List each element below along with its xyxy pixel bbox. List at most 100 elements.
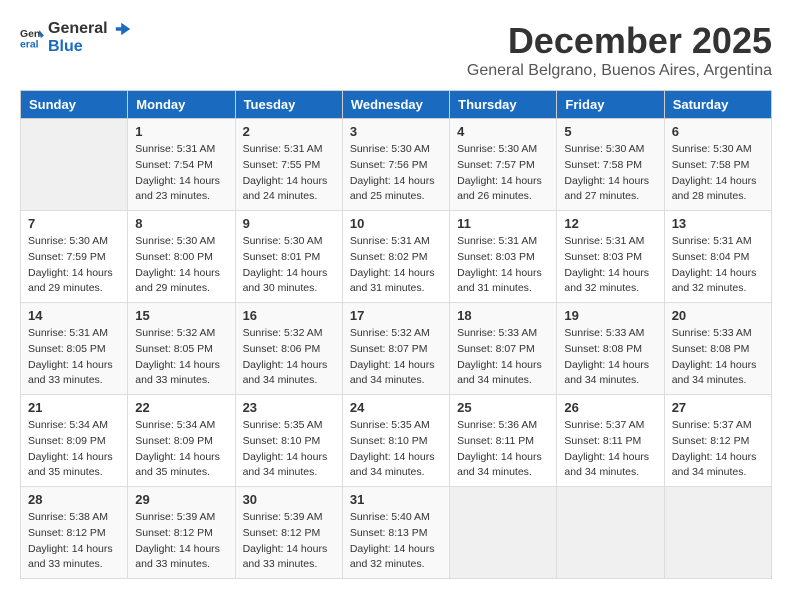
calendar-cell: 28Sunrise: 5:38 AM Sunset: 8:12 PM Dayli… (21, 487, 128, 579)
day-info: Sunrise: 5:31 AM Sunset: 7:54 PM Dayligh… (135, 142, 227, 205)
day-info: Sunrise: 5:30 AM Sunset: 7:56 PM Dayligh… (350, 142, 442, 205)
calendar-cell: 26Sunrise: 5:37 AM Sunset: 8:11 PM Dayli… (557, 395, 664, 487)
calendar-cell: 29 Sunrise: 5:39 AM Sunset: 8:12 PM Dayli… (128, 487, 235, 579)
day-number: 27 (672, 400, 764, 415)
calendar-cell: 16 Sunrise: 5:32 AM Sunset: 8:06 PM Dayli… (235, 303, 342, 395)
header-cell-wednesday: Wednesday (342, 91, 449, 119)
week-row-1: 1 Sunrise: 5:31 AM Sunset: 7:54 PM Daylig… (21, 119, 772, 211)
day-number: 16 (243, 308, 335, 323)
calendar-cell: 9 Sunrise: 5:30 AM Sunset: 8:01 PM Daylig… (235, 211, 342, 303)
calendar-cell (21, 119, 128, 211)
day-number: 11 (457, 216, 549, 231)
day-number: 6 (672, 124, 764, 139)
calendar-cell (450, 487, 557, 579)
calendar-cell: 5 Sunrise: 5:30 AM Sunset: 7:58 PM Daylig… (557, 119, 664, 211)
day-info: Sunrise: 5:35 AM Sunset: 8:10 PM Dayligh… (243, 418, 335, 481)
day-number: 21 (28, 400, 120, 415)
calendar-cell: 23Sunrise: 5:35 AM Sunset: 8:10 PM Dayli… (235, 395, 342, 487)
day-number: 24 (350, 400, 442, 415)
day-info: Sunrise: 5:34 AM Sunset: 8:09 PM Dayligh… (135, 418, 227, 481)
week-row-5: 28Sunrise: 5:38 AM Sunset: 8:12 PM Dayli… (21, 487, 772, 579)
day-number: 15 (135, 308, 227, 323)
calendar-cell: 12 Sunrise: 5:31 AM Sunset: 8:03 PM Dayli… (557, 211, 664, 303)
day-info: Sunrise: 5:30 AM Sunset: 7:59 PM Dayligh… (28, 234, 120, 297)
day-info: Sunrise: 5:31 AM Sunset: 8:02 PM Dayligh… (350, 234, 442, 297)
day-number: 1 (135, 124, 227, 139)
day-info: Sunrise: 5:30 AM Sunset: 8:01 PM Dayligh… (243, 234, 335, 297)
title-section: December 2025 General Belgrano, Buenos A… (467, 20, 772, 80)
day-info: Sunrise: 5:33 AM Sunset: 8:07 PM Dayligh… (457, 326, 549, 389)
day-info: Sunrise: 5:32 AM Sunset: 8:05 PM Dayligh… (135, 326, 227, 389)
logo-text-general: General (48, 20, 108, 37)
calendar-cell (557, 487, 664, 579)
calendar-cell: 2 Sunrise: 5:31 AM Sunset: 7:55 PM Daylig… (235, 119, 342, 211)
day-info: Sunrise: 5:38 AM Sunset: 8:12 PM Dayligh… (28, 510, 120, 573)
day-number: 26 (564, 400, 656, 415)
logo-arrow-icon (114, 20, 132, 38)
header-cell-sunday: Sunday (21, 91, 128, 119)
day-number: 19 (564, 308, 656, 323)
calendar-cell: 8 Sunrise: 5:30 AM Sunset: 8:00 PM Daylig… (128, 211, 235, 303)
day-info: Sunrise: 5:32 AM Sunset: 8:07 PM Dayligh… (350, 326, 442, 389)
day-number: 2 (243, 124, 335, 139)
day-number: 31 (350, 492, 442, 507)
page-container: Gen eral General Blue December 2025 Gene (20, 20, 772, 579)
header-cell-thursday: Thursday (450, 91, 557, 119)
day-number: 5 (564, 124, 656, 139)
day-info: Sunrise: 5:32 AM Sunset: 8:06 PM Dayligh… (243, 326, 335, 389)
day-info: Sunrise: 5:35 AM Sunset: 8:10 PM Dayligh… (350, 418, 442, 481)
main-title: December 2025 (467, 20, 772, 62)
header-cell-friday: Friday (557, 91, 664, 119)
day-number: 17 (350, 308, 442, 323)
calendar-cell: 18 Sunrise: 5:33 AM Sunset: 8:07 PM Dayli… (450, 303, 557, 395)
calendar-cell: 7 Sunrise: 5:30 AM Sunset: 7:59 PM Daylig… (21, 211, 128, 303)
day-info: Sunrise: 5:33 AM Sunset: 8:08 PM Dayligh… (564, 326, 656, 389)
calendar-cell: 31Sunrise: 5:40 AM Sunset: 8:13 PM Dayli… (342, 487, 449, 579)
day-number: 7 (28, 216, 120, 231)
header-cell-tuesday: Tuesday (235, 91, 342, 119)
svg-text:Gen: Gen (20, 29, 40, 40)
day-number: 14 (28, 308, 120, 323)
calendar-cell: 6Sunrise: 5:30 AM Sunset: 7:58 PM Daylig… (664, 119, 771, 211)
header: Gen eral General Blue December 2025 Gene (20, 20, 772, 80)
calendar-cell: 27Sunrise: 5:37 AM Sunset: 8:12 PM Dayli… (664, 395, 771, 487)
day-info: Sunrise: 5:36 AM Sunset: 8:11 PM Dayligh… (457, 418, 549, 481)
day-info: Sunrise: 5:30 AM Sunset: 8:00 PM Dayligh… (135, 234, 227, 297)
day-info: Sunrise: 5:34 AM Sunset: 8:09 PM Dayligh… (28, 418, 120, 481)
day-number: 22 (135, 400, 227, 415)
day-number: 8 (135, 216, 227, 231)
week-row-2: 7 Sunrise: 5:30 AM Sunset: 7:59 PM Daylig… (21, 211, 772, 303)
logo: Gen eral General Blue (20, 20, 132, 56)
calendar-cell: 20 Sunrise: 5:33 AM Sunset: 8:08 PM Dayli… (664, 303, 771, 395)
header-cell-monday: Monday (128, 91, 235, 119)
day-number: 18 (457, 308, 549, 323)
subtitle: General Belgrano, Buenos Aires, Argentin… (467, 62, 772, 80)
day-number: 9 (243, 216, 335, 231)
day-info: Sunrise: 5:39 AM Sunset: 8:12 PM Dayligh… (135, 510, 227, 573)
calendar-cell: 1 Sunrise: 5:31 AM Sunset: 7:54 PM Daylig… (128, 119, 235, 211)
day-info: Sunrise: 5:31 AM Sunset: 8:03 PM Dayligh… (564, 234, 656, 297)
calendar-cell: 19 Sunrise: 5:33 AM Sunset: 8:08 PM Dayli… (557, 303, 664, 395)
calendar-cell: 10Sunrise: 5:31 AM Sunset: 8:02 PM Dayli… (342, 211, 449, 303)
calendar-cell: 13Sunrise: 5:31 AM Sunset: 8:04 PM Dayli… (664, 211, 771, 303)
week-row-4: 21 Sunrise: 5:34 AM Sunset: 8:09 PM Dayli… (21, 395, 772, 487)
day-number: 20 (672, 308, 764, 323)
calendar-cell: 22 Sunrise: 5:34 AM Sunset: 8:09 PM Dayli… (128, 395, 235, 487)
day-number: 25 (457, 400, 549, 415)
calendar-cell (664, 487, 771, 579)
day-number: 30 (243, 492, 335, 507)
logo-text-blue: Blue (48, 38, 83, 55)
day-info: Sunrise: 5:30 AM Sunset: 7:58 PM Dayligh… (564, 142, 656, 205)
day-number: 29 (135, 492, 227, 507)
calendar-table: SundayMondayTuesdayWednesdayThursdayFrid… (20, 90, 772, 579)
calendar-cell: 3Sunrise: 5:30 AM Sunset: 7:56 PM Daylig… (342, 119, 449, 211)
calendar-cell: 14 Sunrise: 5:31 AM Sunset: 8:05 PM Dayli… (21, 303, 128, 395)
day-number: 12 (564, 216, 656, 231)
calendar-cell: 21 Sunrise: 5:34 AM Sunset: 8:09 PM Dayli… (21, 395, 128, 487)
calendar-cell: 15 Sunrise: 5:32 AM Sunset: 8:05 PM Dayli… (128, 303, 235, 395)
calendar-cell: 30Sunrise: 5:39 AM Sunset: 8:12 PM Dayli… (235, 487, 342, 579)
day-info: Sunrise: 5:33 AM Sunset: 8:08 PM Dayligh… (672, 326, 764, 389)
calendar-cell: 25 Sunrise: 5:36 AM Sunset: 8:11 PM Dayli… (450, 395, 557, 487)
day-info: Sunrise: 5:31 AM Sunset: 8:05 PM Dayligh… (28, 326, 120, 389)
day-info: Sunrise: 5:31 AM Sunset: 7:55 PM Dayligh… (243, 142, 335, 205)
